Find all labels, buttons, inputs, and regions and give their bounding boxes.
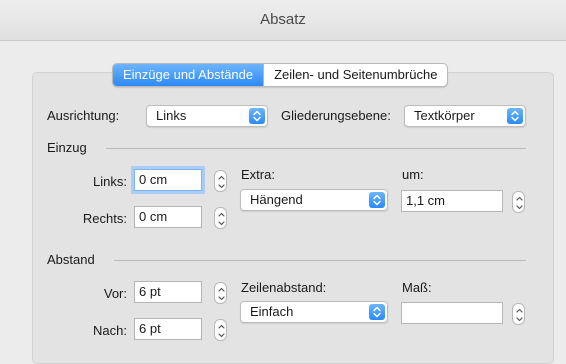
spacing-before-label: Vor: <box>103 286 127 301</box>
line-spacing-value: Einfach <box>250 304 294 319</box>
indent-special-select[interactable]: Hängend <box>240 189 388 211</box>
tab-bar: Einzüge und Abstände Zeilen- und Seitenu… <box>112 63 449 87</box>
alignment-value: Links <box>156 108 187 123</box>
spacing-after-field[interactable]: 6 pt <box>134 318 202 340</box>
tab-line-page-breaks[interactable]: Zeilen- und Seitenumbrüche <box>263 64 447 86</box>
window-titlebar: Absatz <box>0 0 566 41</box>
stepper-arrows-icon <box>218 212 225 226</box>
indent-special-label: Extra: <box>241 167 275 182</box>
stepper-arrows-icon <box>516 308 523 322</box>
outline-level-label: Gliederungsebene: <box>281 108 391 123</box>
indent-left-field[interactable]: 0 cm <box>134 169 202 191</box>
line-spacing-select[interactable]: Einfach <box>240 301 388 323</box>
alignment-label: Ausrichtung: <box>47 108 120 123</box>
spacing-before-stepper[interactable] <box>214 282 227 304</box>
spacing-after-label: Nach: <box>93 323 127 338</box>
tab-indents-spacing[interactable]: Einzüge und Abstände <box>113 64 264 86</box>
line-spacing-label: Zeilenabstand: <box>241 280 327 295</box>
indent-section-label: Einzug <box>47 140 87 155</box>
indent-by-label: um: <box>402 167 424 182</box>
stepper-arrows-icon <box>218 175 225 189</box>
spacing-divider <box>114 260 526 261</box>
spacing-at-label: Maß: <box>402 280 432 295</box>
indent-right-label: Rechts: <box>82 211 127 226</box>
spacing-section-label: Abstand <box>47 252 95 267</box>
updown-chevron-icon <box>369 192 385 208</box>
window-title: Absatz <box>260 11 306 28</box>
updown-chevron-icon <box>369 304 385 320</box>
indent-right-stepper[interactable] <box>214 207 227 229</box>
stepper-arrows-icon <box>218 324 225 338</box>
alignment-select[interactable]: Links <box>146 105 268 127</box>
stepper-arrows-icon <box>218 287 225 301</box>
updown-chevron-icon <box>507 108 523 124</box>
spacing-at-field[interactable] <box>401 302 503 324</box>
stepper-arrows-icon <box>516 196 523 210</box>
indent-divider <box>106 148 526 149</box>
indent-right-field[interactable]: 0 cm <box>134 206 202 228</box>
spacing-at-stepper[interactable] <box>512 303 525 325</box>
outline-level-select[interactable]: Textkörper <box>404 105 526 127</box>
spacing-after-stepper[interactable] <box>214 319 227 341</box>
indent-by-field[interactable]: 1,1 cm <box>401 190 503 212</box>
indent-special-value: Hängend <box>250 192 303 207</box>
indent-by-stepper[interactable] <box>512 191 525 213</box>
indent-left-stepper[interactable] <box>214 170 227 192</box>
spacing-before-field[interactable]: 6 pt <box>134 281 202 303</box>
outline-level-value: Textkörper <box>414 108 475 123</box>
indent-left-label: Links: <box>93 174 127 189</box>
updown-chevron-icon <box>249 108 265 124</box>
